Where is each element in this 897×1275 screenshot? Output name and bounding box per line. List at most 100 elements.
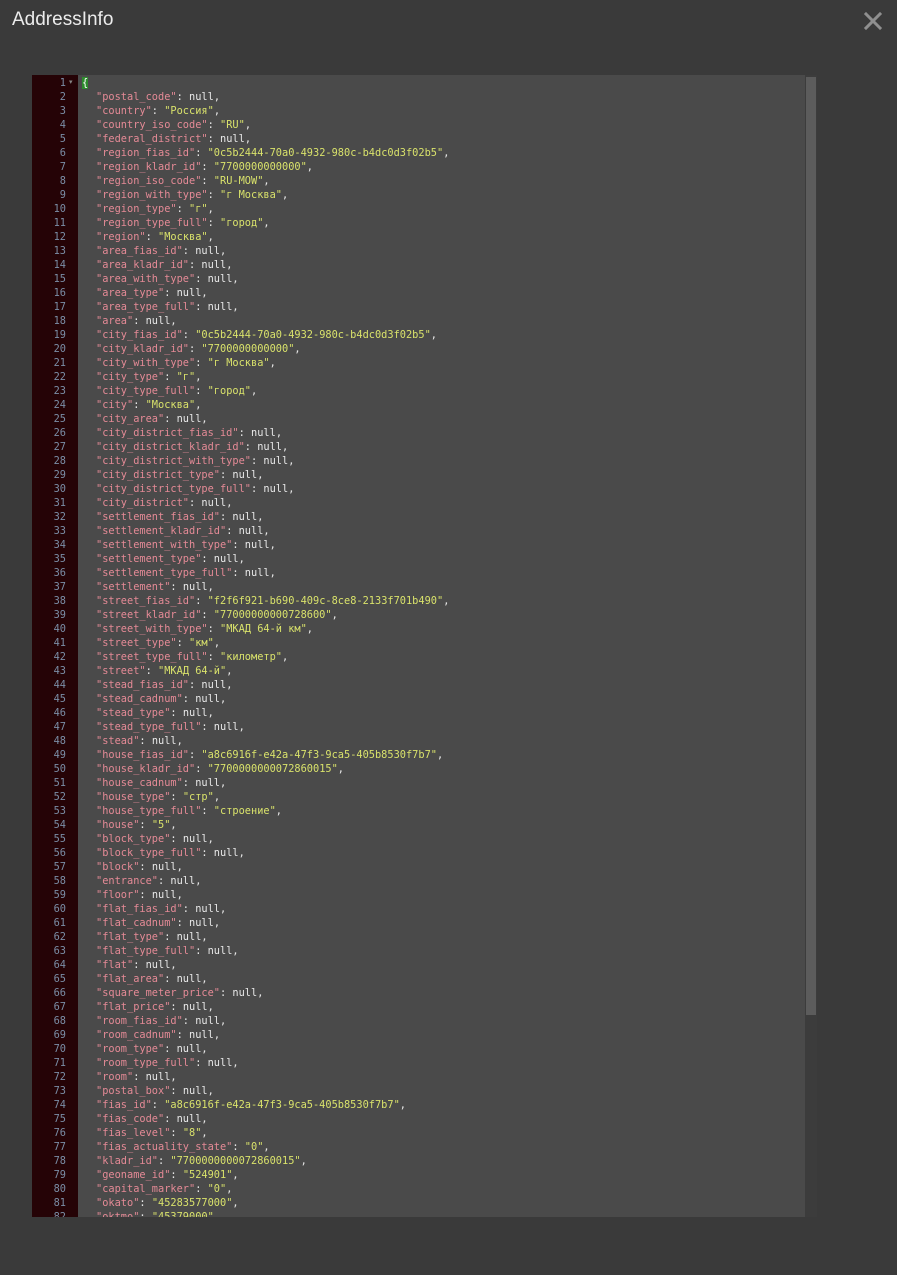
json-key: "kladr_id"	[96, 1155, 158, 1167]
line-number: 42	[53, 651, 66, 663]
scrollbar-thumb[interactable]	[806, 77, 816, 1015]
comma: ,	[195, 399, 202, 411]
code-line: "room_type": null,	[96, 1042, 208, 1056]
code-line: "settlement_fias_id": null,	[96, 510, 263, 524]
json-string-value: "524901"	[182, 1169, 233, 1181]
colon: :	[195, 945, 208, 957]
line-number: 61	[53, 917, 66, 929]
json-key: "flat_fias_id"	[96, 903, 183, 915]
colon: :	[139, 735, 152, 747]
colon: :	[182, 245, 196, 257]
json-null-value: null	[176, 413, 202, 425]
colon: :	[170, 1169, 183, 1181]
json-null-value: null	[207, 1057, 233, 1069]
json-null-value: null	[182, 1085, 208, 1097]
json-code-editor[interactable]: 1 ▾ 2 3 4 5 6 7 8 9 10 11 12 13 14 15 16 17 18 19 20 21 22 23 24…	[32, 75, 817, 1217]
colon: :	[232, 567, 245, 579]
json-key: "city_district_fias_id"	[96, 427, 239, 439]
json-key: "region_kladr_id"	[96, 161, 202, 173]
comma: ,	[232, 1057, 239, 1069]
json-null-value: null	[195, 693, 221, 705]
line-number: 11	[53, 217, 66, 229]
comma: ,	[207, 1085, 214, 1097]
code-line: "stead_type": null,	[96, 706, 214, 720]
json-key: "area_kladr_id"	[96, 259, 189, 271]
colon: :	[189, 679, 202, 691]
line-number: 16	[53, 287, 66, 299]
json-key: "block"	[96, 861, 140, 873]
json-key: "stead"	[96, 735, 140, 747]
colon: :	[250, 455, 264, 467]
code-line: "kladr_id": "7700000000072860015",	[96, 1154, 307, 1168]
code-line: "square_meter_price": null,	[96, 986, 263, 1000]
colon: :	[232, 1141, 245, 1153]
colon: :	[176, 91, 189, 103]
close-icon[interactable]	[861, 9, 885, 33]
line-number: 19	[53, 329, 66, 341]
code-area[interactable]: {"postal_code": null, "country": "Россия"…	[78, 75, 805, 1217]
comma: ,	[257, 987, 264, 999]
comma: ,	[220, 777, 227, 789]
colon: :	[201, 553, 214, 565]
json-key: "region_type_full"	[96, 217, 208, 229]
line-number: 3	[59, 105, 66, 117]
json-key: "region_fias_id"	[96, 147, 196, 159]
comma: ,	[176, 889, 183, 901]
code-line: "house_cadnum": null,	[96, 776, 226, 790]
json-null-value: null	[263, 483, 289, 495]
json-key: "fias_actuality_state"	[96, 1141, 233, 1153]
colon: :	[201, 805, 214, 817]
json-key: "floor"	[96, 889, 140, 901]
json-key: "stead_fias_id"	[96, 679, 189, 691]
line-number: 41	[53, 637, 66, 649]
colon: :	[201, 609, 214, 621]
line-number: 10	[53, 203, 66, 215]
comma: ,	[306, 161, 313, 173]
code-line: "oktmo": "45379000",	[96, 1210, 220, 1217]
comma: ,	[232, 273, 239, 285]
code-line: "street_fias_id": "f2f6f921-b690-409c-8c…	[96, 594, 449, 608]
json-key: "postal_box"	[96, 1085, 171, 1097]
comma: ,	[263, 175, 270, 187]
code-line: "street_with_type": "МКАД 64-й км",	[96, 622, 313, 636]
comma: ,	[294, 343, 301, 355]
colon: :	[151, 1099, 165, 1111]
json-key: "city_district_with_type"	[96, 455, 251, 467]
json-key: "flat_cadnum"	[96, 917, 177, 929]
vertical-scrollbar[interactable]	[805, 75, 817, 1217]
colon: :	[145, 231, 159, 243]
colon: :	[139, 889, 152, 901]
json-key: "street_type"	[96, 637, 177, 649]
json-key: "flat_area"	[96, 973, 165, 985]
json-key: "region_type"	[96, 203, 177, 215]
code-line: "city_area": null,	[96, 412, 208, 426]
code-line: "room_cadnum": null,	[96, 1028, 220, 1042]
colon: :	[207, 623, 220, 635]
colon: :	[176, 917, 189, 929]
comma: ,	[263, 1141, 270, 1153]
comma: ,	[282, 651, 289, 663]
json-key: "settlement_kladr_id"	[96, 525, 227, 537]
comma: ,	[232, 945, 239, 957]
json-null-value: null	[176, 1043, 202, 1055]
line-number: 65	[53, 973, 66, 985]
json-string-value: "77000000000728600"	[213, 609, 332, 621]
line-number: 67	[53, 1001, 66, 1013]
comma: ,	[170, 959, 177, 971]
comma: ,	[238, 721, 245, 733]
colon: :	[164, 1113, 177, 1125]
json-string-value: "5"	[151, 819, 171, 831]
dialog-title: AddressInfo	[12, 9, 114, 30]
json-null-value: null	[232, 987, 258, 999]
json-string-value: "0c5b2444-70a0-4932-980c-b4dc0d3f02b5"	[207, 147, 444, 159]
colon: :	[207, 217, 220, 229]
json-key: "room_type"	[96, 1043, 165, 1055]
json-key: "street_with_type"	[96, 623, 208, 635]
line-number: 57	[53, 861, 66, 873]
code-line: "flat_fias_id": null,	[96, 902, 226, 916]
json-null-value: null	[151, 735, 177, 747]
comma: ,	[170, 819, 177, 831]
comma: ,	[269, 357, 276, 369]
comma: ,	[257, 469, 264, 481]
code-line: "geoname_id": "524901",	[96, 1168, 239, 1182]
